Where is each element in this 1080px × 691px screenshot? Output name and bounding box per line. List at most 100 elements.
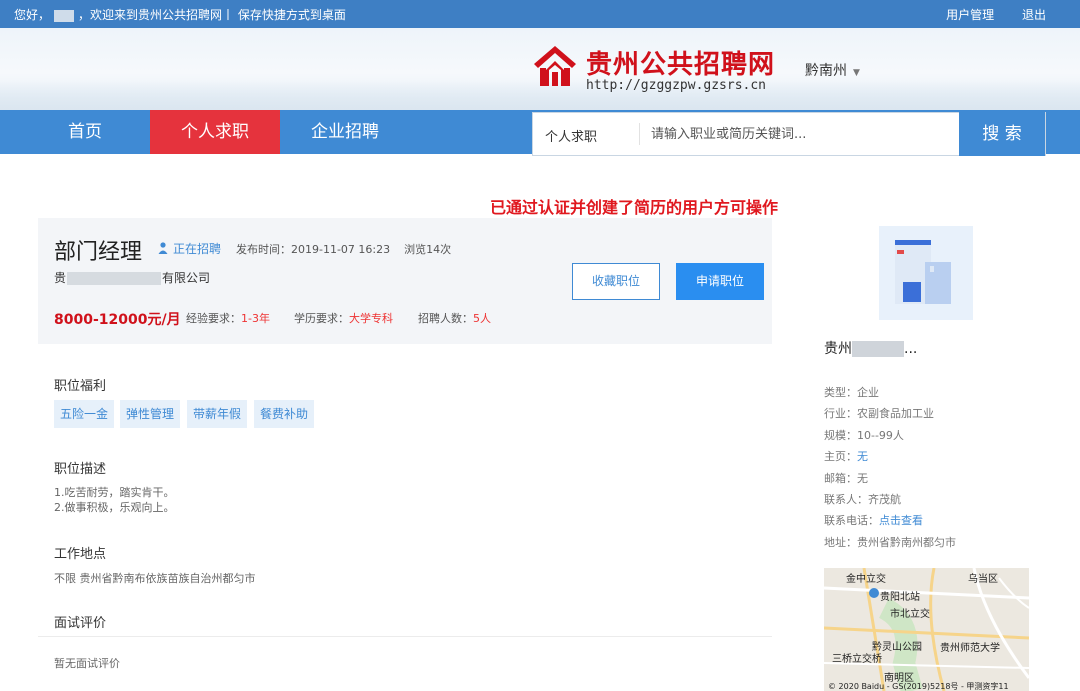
username-redacted: [54, 10, 74, 22]
region-selector[interactable]: 黔南州 ▼: [805, 60, 860, 80]
top-bar: 您好， ，欢迎来到贵州公共招聘网丨 保存快捷方式到桌面 用户管理 退出: [0, 0, 1080, 28]
map-roads: [824, 568, 1029, 691]
map-label: 贵阳北站: [880, 588, 920, 603]
company-phone: 联系电话：点击查看: [824, 512, 923, 528]
search-type-select[interactable]: 个人求职: [545, 126, 597, 145]
site-url: http://gzggzpw.gzsrs.cn: [586, 78, 766, 93]
headcount-value: 5人: [473, 312, 491, 325]
search-divider: [639, 123, 640, 145]
status-badge: 正在招聘: [158, 240, 221, 257]
job-summary-card: 部门经理 正在招聘 发布时间：2019-11-07 16:23 浏览14次 贵 有…: [38, 218, 772, 344]
salary: 8000-12000元/月: [54, 309, 181, 329]
interview-title: 面试评价: [54, 612, 106, 631]
company-contact: 联系人：齐茂航: [824, 491, 901, 507]
publish-time: 发布时间：2019-11-07 16:23: [236, 243, 390, 256]
company-name[interactable]: 贵 有限公司: [54, 269, 210, 286]
experience-value: 1-3年: [241, 312, 270, 325]
company-name-prefix: 贵: [54, 271, 66, 285]
annotation-text: 已通过认证并创建了简历的用户方可操作: [490, 194, 778, 218]
greeting: 您好， ，欢迎来到贵州公共招聘网丨 保存快捷方式到桌面: [14, 6, 346, 23]
person-icon: [158, 242, 168, 254]
view-count: 浏览14次: [404, 243, 451, 256]
education-label: 学历要求：: [294, 312, 349, 325]
company-homepage: 主页：无: [824, 448, 868, 464]
info-label: 邮箱：: [824, 472, 857, 485]
location-text: 不限 贵州省黔南布依族苗族自治州都匀市: [54, 571, 256, 586]
user-manage-link[interactable]: 用户管理: [946, 8, 994, 22]
tab-job-seeking[interactable]: 个人求职: [150, 110, 280, 154]
company-title[interactable]: 贵州...: [824, 338, 917, 358]
description-title: 职位描述: [54, 458, 106, 477]
publish-info: 发布时间：2019-11-07 16:23 浏览14次: [236, 241, 451, 257]
info-label: 地址：: [824, 536, 857, 549]
education-requirement: 学历要求：大学专科: [294, 310, 393, 326]
company-industry: 行业：农副食品加工业: [824, 405, 934, 421]
headcount-label: 招聘人数：: [418, 312, 473, 325]
company-title-redacted: [852, 341, 904, 357]
search-box: 个人求职 搜 索: [532, 112, 1046, 156]
company-logo[interactable]: [879, 226, 973, 320]
benefits-title: 职位福利: [54, 375, 106, 394]
map-pin-icon: [868, 587, 880, 599]
company-name-redacted: [67, 272, 161, 285]
chevron-down-icon: ▼: [853, 68, 860, 78]
benefit-tag: 弹性管理: [120, 400, 180, 428]
info-label: 联系人：: [824, 493, 868, 506]
info-label: 规模：: [824, 429, 857, 442]
section-divider: [38, 636, 772, 637]
info-label: 主页：: [824, 450, 857, 463]
info-label: 类型：: [824, 386, 857, 399]
greeting-prefix: 您好，: [14, 8, 50, 22]
info-label: 行业：: [824, 407, 857, 420]
info-label: 联系电话：: [824, 514, 879, 527]
company-address: 地址：贵州省黔南州都匀市: [824, 534, 956, 550]
map-label: 金中立交: [846, 570, 886, 585]
job-title: 部门经理: [54, 234, 142, 266]
company-email: 邮箱：无: [824, 470, 868, 486]
company-name-suffix: 有限公司: [162, 271, 210, 285]
experience-requirement: 经验要求：1-3年: [186, 310, 270, 326]
map-label: 市北立交: [890, 605, 930, 620]
map-copyright: © 2020 Baidu - GS(2019)5218号 - 甲测资字11: [828, 681, 1009, 691]
region-label: 黔南州: [805, 63, 847, 79]
description-line: 1.吃苦耐劳，踏实肯干。: [54, 485, 175, 500]
search-button[interactable]: 搜 索: [959, 112, 1045, 156]
headcount: 招聘人数：5人: [418, 310, 491, 326]
experience-label: 经验要求：: [186, 312, 241, 325]
location-title: 工作地点: [54, 543, 106, 562]
benefit-tag: 带薪年假: [187, 400, 247, 428]
company-title-prefix: 贵州: [824, 341, 852, 357]
status-text: 正在招聘: [173, 242, 221, 256]
search-input[interactable]: [651, 121, 951, 147]
company-scale: 规模：10--99人: [824, 427, 904, 443]
description-line: 2.做事积极，乐观向上。: [54, 500, 175, 515]
greeting-suffix[interactable]: ，欢迎来到贵州公共招聘网丨 保存快捷方式到桌面: [78, 8, 346, 22]
company-type: 类型：企业: [824, 384, 879, 400]
apply-job-button[interactable]: 申请职位: [676, 263, 764, 300]
info-value: 无: [857, 472, 868, 485]
info-value: 农副食品加工业: [857, 407, 934, 420]
location-map[interactable]: 金中立交 乌当区 贵阳北站 市北立交 黔灵山公园 贵州师范大学 三桥立交桥 南明…: [824, 568, 1029, 691]
homepage-link[interactable]: 无: [857, 450, 868, 463]
map-label: 三桥立交桥: [832, 650, 882, 665]
tab-recruiting[interactable]: 企业招聘: [280, 110, 410, 154]
company-logo-icon: [879, 226, 973, 320]
site-header: 贵州公共招聘网 http://gzggzpw.gzsrs.cn 黔南州 ▼: [0, 28, 1080, 110]
view-phone-link[interactable]: 点击查看: [879, 514, 923, 527]
logo-icon[interactable]: [532, 44, 578, 90]
benefit-tag: 餐费补助: [254, 400, 314, 428]
company-title-suffix: ...: [904, 341, 917, 357]
favorite-job-button[interactable]: 收藏职位: [572, 263, 660, 300]
interview-text: 暂无面试评价: [54, 656, 120, 671]
map-label: 乌当区: [968, 570, 998, 585]
info-value: 企业: [857, 386, 879, 399]
site-title[interactable]: 贵州公共招聘网: [586, 44, 775, 81]
education-value: 大学专科: [349, 312, 393, 325]
map-label: 贵州师范大学: [940, 639, 1000, 654]
info-value: 10--99人: [857, 429, 904, 442]
info-value: 贵州省黔南州都匀市: [857, 536, 956, 549]
tab-home[interactable]: 首页: [20, 110, 150, 154]
benefit-tag: 五险一金: [54, 400, 114, 428]
info-value: 齐茂航: [868, 493, 901, 506]
logout-link[interactable]: 退出: [1022, 8, 1046, 22]
